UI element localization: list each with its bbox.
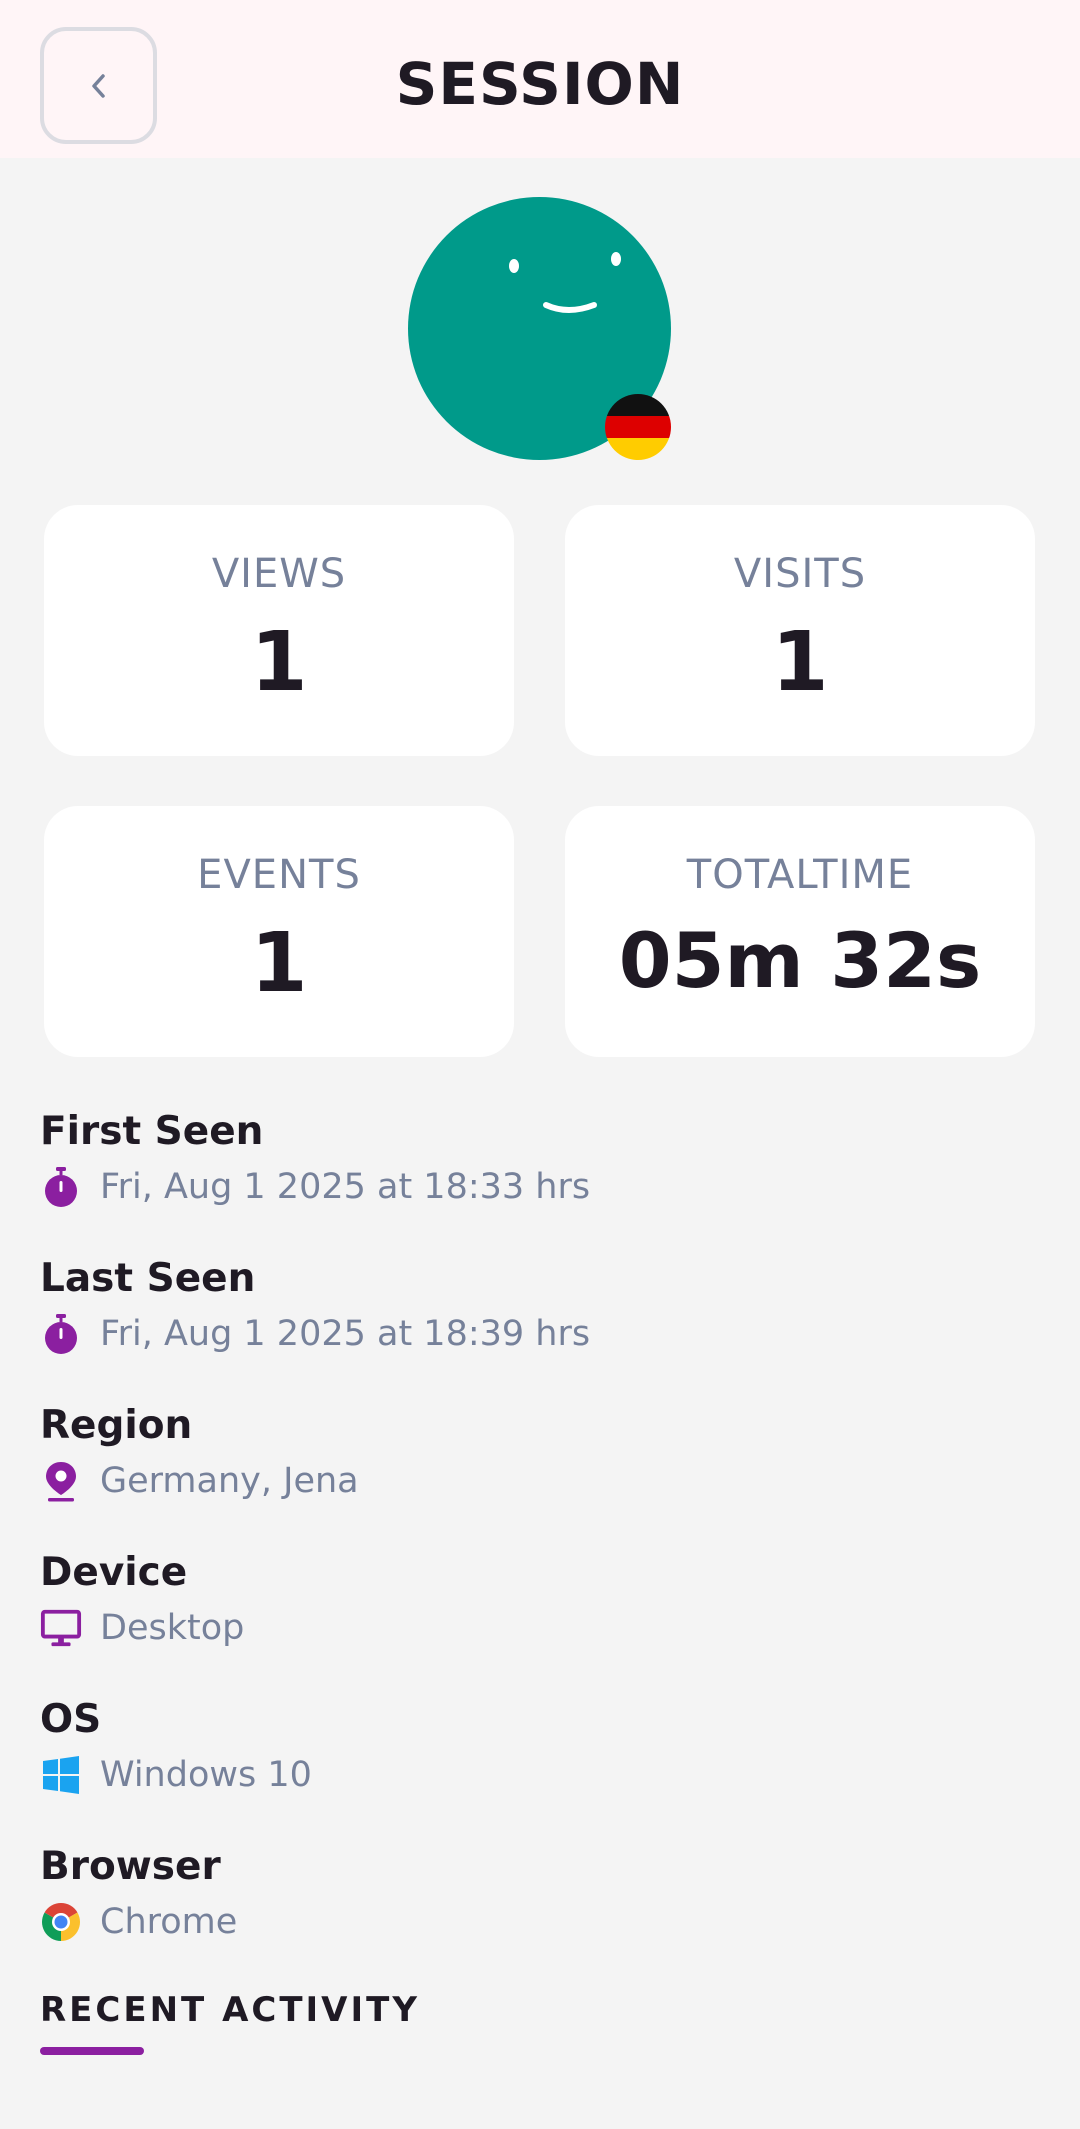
- tab-active-indicator: [40, 2047, 144, 2055]
- visits-value: 1: [771, 615, 829, 710]
- app-header: SESSION: [0, 0, 1080, 158]
- first-seen-section: First Seen Fri, Aug 1 2025 at 18:33 hrs: [40, 1106, 1040, 1212]
- browser-label: Browser: [40, 1844, 221, 1889]
- windows-icon: [40, 1754, 82, 1796]
- last-seen-label: Last Seen: [40, 1256, 256, 1301]
- region-value: Germany, Jena: [100, 1461, 359, 1501]
- last-seen-value: Fri, Aug 1 2025 at 18:39 hrs: [100, 1314, 591, 1354]
- monitor-icon: [40, 1607, 82, 1649]
- totaltime-label: TOTALTIME: [686, 852, 914, 898]
- totaltime-card: TOTALTIME 05m 32s: [565, 806, 1035, 1057]
- recent-activity-tab[interactable]: RECENT ACTIVITY: [40, 1990, 420, 2030]
- first-seen-label: First Seen: [40, 1109, 264, 1154]
- region-section: Region Germany, Jena: [40, 1400, 1040, 1506]
- stopwatch-icon: [40, 1166, 82, 1208]
- os-section: OS Windows 10: [40, 1694, 1040, 1800]
- views-label: VIEWS: [211, 551, 347, 597]
- browser-value: Chrome: [100, 1902, 238, 1942]
- visits-card: VISITS 1: [565, 505, 1035, 756]
- browser-section: Browser Chrome: [40, 1841, 1040, 1947]
- device-value: Desktop: [100, 1608, 245, 1648]
- os-value: Windows 10: [100, 1755, 312, 1795]
- os-label: OS: [40, 1697, 102, 1742]
- device-section: Device Desktop: [40, 1547, 1040, 1653]
- events-label: EVENTS: [197, 852, 361, 898]
- totaltime-value: 05m 32s: [618, 916, 982, 1005]
- views-value: 1: [250, 615, 308, 710]
- last-seen-section: Last Seen Fri, Aug 1 2025 at 18:39 hrs: [40, 1253, 1040, 1359]
- views-card: VIEWS 1: [44, 505, 514, 756]
- region-label: Region: [40, 1403, 193, 1448]
- events-card: EVENTS 1: [44, 806, 514, 1057]
- chrome-icon: [40, 1901, 82, 1943]
- stopwatch-icon: [40, 1313, 82, 1355]
- location-pin-icon: [40, 1460, 82, 1502]
- device-label: Device: [40, 1550, 188, 1595]
- visits-label: VISITS: [733, 551, 867, 597]
- events-value: 1: [250, 916, 308, 1011]
- first-seen-value: Fri, Aug 1 2025 at 18:33 hrs: [100, 1167, 591, 1207]
- page-title: SESSION: [395, 50, 685, 118]
- germany-flag-icon: [605, 394, 671, 460]
